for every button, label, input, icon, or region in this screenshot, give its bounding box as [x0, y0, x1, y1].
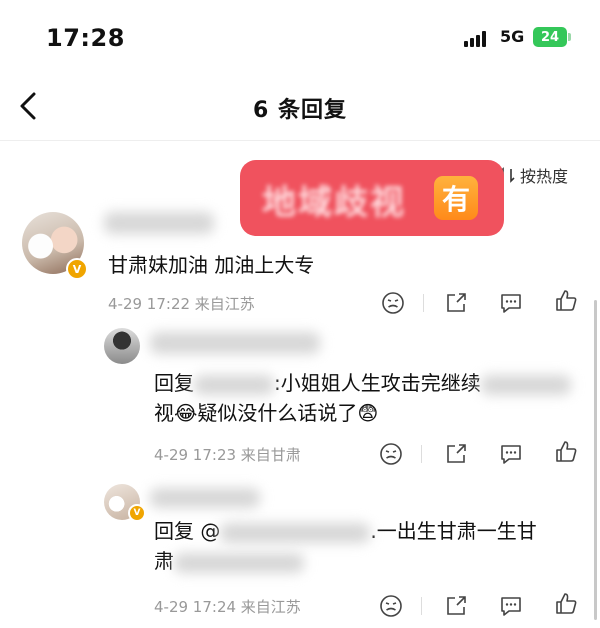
username-redacted[interactable] [150, 488, 260, 508]
signal-icon [464, 31, 494, 47]
battery-tip [568, 33, 571, 41]
dislike-face-icon[interactable] [380, 290, 406, 316]
comment-text: 甘肃妹加油 加油上大专 [108, 253, 315, 277]
sort-button[interactable]: 按热度 [498, 163, 568, 187]
page-title: 6 条回复 [253, 98, 347, 123]
like-icon[interactable] [553, 439, 579, 465]
sticker-badge: 有 [434, 176, 478, 220]
header-divider [0, 140, 600, 141]
sort-label: 按热度 [520, 167, 569, 186]
text-redacted [174, 552, 304, 573]
reply-body: .一出生甘肃一生甘 [370, 519, 537, 543]
laugh-emoji-icon: 😂 [174, 401, 198, 425]
reply-meta: 4-29 17:23 来自甘肃 [154, 446, 301, 464]
share-icon[interactable] [443, 290, 469, 316]
username-redacted[interactable] [150, 332, 320, 354]
dislike-face-icon[interactable] [378, 593, 404, 619]
scrollbar[interactable] [594, 300, 597, 620]
reply-text: 回复 :小姐姐人生攻击完继续 [154, 368, 571, 398]
reply-text-line2: 视😂疑似没什么话说了😨 [154, 398, 378, 428]
action-divider [423, 294, 424, 312]
battery-level: 24 [540, 29, 560, 45]
dislike-face-icon[interactable] [378, 441, 404, 467]
verified-badge-icon: V [66, 258, 88, 280]
reply-line2-start: 视 [154, 401, 174, 425]
mention-redacted[interactable] [194, 374, 274, 395]
comment-meta: 4-29 17:22 来自江苏 [108, 295, 255, 313]
reply-text-line2: 肃 [154, 546, 304, 576]
reply-line2-body: 疑似没什么话说了 [197, 401, 358, 425]
comment-icon[interactable] [498, 441, 524, 467]
reply-prefix: 回复 @ [154, 519, 221, 543]
comment-icon[interactable] [498, 290, 524, 316]
username-redacted[interactable] [104, 212, 214, 234]
share-icon[interactable] [443, 441, 469, 467]
avatar[interactable] [104, 328, 140, 364]
battery-icon: 24 [533, 27, 567, 47]
reply-meta: 4-29 17:24 来自江苏 [154, 598, 301, 616]
text-redacted [480, 374, 571, 395]
verified-badge-icon: V [128, 504, 146, 522]
like-icon[interactable] [553, 591, 579, 617]
like-icon[interactable] [553, 288, 579, 314]
comment-icon[interactable] [498, 593, 524, 619]
share-icon[interactable] [443, 593, 469, 619]
reply-prefix: 回复 [154, 371, 194, 395]
worried-emoji-icon: 😨 [357, 401, 379, 425]
reply-body: :小姐姐人生攻击完继续 [274, 371, 481, 395]
reply-line2-start: 肃 [154, 549, 174, 573]
sticker-text: 地域歧视 [262, 183, 406, 223]
network-label: 5G [500, 27, 525, 46]
action-divider [421, 597, 422, 615]
reply-text: 回复 @ .一出生甘肃一生甘 [154, 516, 537, 546]
action-divider [421, 445, 422, 463]
mention-redacted[interactable] [220, 522, 371, 543]
status-time: 17:28 [46, 24, 125, 52]
